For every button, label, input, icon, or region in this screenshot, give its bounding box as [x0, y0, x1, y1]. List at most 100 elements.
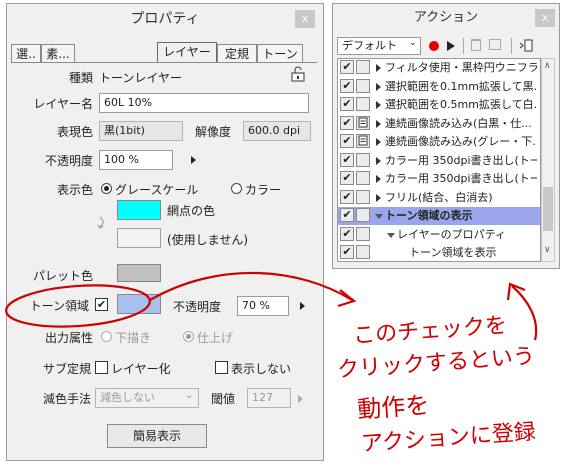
action-row[interactable]: ✔ トーン領域を表示 — [338, 244, 540, 261]
action-row-label: フリル(結合、白消去) — [385, 190, 493, 204]
reduction-label: 減色手法 — [42, 392, 91, 406]
lock-icon[interactable] — [289, 66, 307, 82]
tab-baseline — [11, 62, 317, 63]
dialog-toggle-cell[interactable] — [356, 97, 370, 111]
tab-material[interactable]: 素... — [41, 44, 75, 63]
palette-color-swatch[interactable] — [117, 264, 161, 282]
action-close-button[interactable]: x — [535, 9, 555, 27]
hide-label[interactable]: 表示しない — [231, 360, 291, 377]
scroll-down-icon[interactable]: ∨ — [544, 245, 551, 255]
expand-right-icon[interactable] — [376, 101, 381, 109]
dialog-toggle-icon[interactable] — [356, 134, 370, 148]
action-row[interactable]: ✔ レイヤーのプロパティ — [338, 226, 540, 244]
threshold-input[interactable]: 127 — [247, 388, 291, 408]
action-row[interactable]: ✔ カラー用 350dpi書き出し(トー... — [338, 170, 540, 188]
reduction-select[interactable]: 減色しない — [95, 388, 199, 408]
tone-area-color-swatch[interactable] — [117, 294, 161, 314]
expand-down-icon[interactable] — [387, 232, 395, 238]
delete-icon[interactable] — [471, 39, 481, 51]
action-row[interactable]: ✔ フリル(結合、白消去) — [338, 189, 540, 207]
play-icon[interactable] — [447, 41, 455, 51]
action-row[interactable]: ✔ フィルタ使用・黒枠円ウニフラ — [338, 59, 540, 77]
dialog-toggle-cell[interactable] — [356, 60, 370, 74]
expand-right-icon[interactable] — [376, 82, 381, 91]
action-enable-checkbox[interactable]: ✔ — [340, 226, 354, 241]
action-enable-checkbox[interactable]: ✔ — [340, 189, 354, 204]
dialog-toggle-cell[interactable] — [356, 226, 370, 241]
action-row[interactable]: ✔ カラー用 350dpi書き出し(トー... — [338, 152, 540, 170]
record-icon[interactable] — [429, 41, 439, 51]
grayscale-label[interactable]: グレースケール — [115, 181, 198, 198]
grayscale-radio[interactable] — [101, 183, 112, 194]
action-enable-checkbox[interactable]: ✔ — [340, 78, 354, 93]
action-row[interactable]: ✔ 選択範囲を0.5mm拡張して白... — [338, 96, 540, 114]
tab-ruler[interactable]: 定規 — [217, 44, 257, 63]
property-titlebar[interactable]: プロパティ — [7, 4, 323, 34]
action-row[interactable]: ✔ 選択範囲を0.1mm拡張して黒... — [338, 78, 540, 96]
tone-area-label: トーン領域 — [29, 299, 89, 313]
hide-checkbox[interactable] — [215, 361, 228, 374]
unused-color-swatch[interactable] — [117, 228, 161, 248]
action-enable-checkbox[interactable]: ✔ — [340, 208, 354, 222]
panel-menu-icon[interactable] — [519, 39, 533, 52]
dialog-toggle-cell[interactable] — [356, 152, 370, 167]
expand-down-icon[interactable] — [375, 214, 383, 219]
tab-tone[interactable]: トーン — [257, 44, 303, 63]
action-enable-checkbox[interactable]: ✔ — [340, 134, 354, 148]
action-scrollbar[interactable]: ∧ ∨ — [541, 58, 555, 262]
action-enable-checkbox[interactable]: ✔ — [340, 115, 354, 130]
expand-right-icon[interactable] — [376, 193, 381, 202]
expand-right-icon[interactable] — [376, 119, 381, 128]
opacity-arrow-icon[interactable] — [191, 156, 196, 164]
color-label[interactable]: カラー — [245, 181, 281, 198]
tone-area-checkbox[interactable]: ✔ — [95, 298, 108, 311]
scroll-thumb[interactable] — [543, 187, 553, 231]
simple-display-button[interactable]: 簡易表示 — [107, 424, 207, 448]
set-dropdown-icon[interactable]: ⌄ — [409, 38, 417, 48]
expand-right-icon[interactable] — [376, 64, 381, 72]
finish-radio[interactable] — [183, 331, 194, 342]
tab-layer[interactable]: レイヤー — [157, 42, 217, 63]
dialog-toggle-cell[interactable] — [356, 171, 370, 185]
action-enable-checkbox[interactable]: ✔ — [340, 60, 354, 74]
layer-name-input[interactable]: 60L 10% — [99, 93, 309, 113]
dialog-toggle-cell[interactable] — [356, 189, 370, 204]
opacity-input[interactable]: 100 % — [99, 150, 173, 170]
action-row-label: トーン領域の表示 — [385, 209, 473, 222]
reduction-dropdown-icon[interactable]: ⌄ — [185, 390, 193, 401]
action-enable-checkbox[interactable]: ✔ — [340, 152, 354, 167]
dialog-toggle-cell[interactable] — [356, 78, 370, 93]
threshold-label: 閾値 — [211, 392, 236, 406]
action-enable-checkbox[interactable]: ✔ — [340, 97, 354, 111]
dialog-toggle-cell[interactable] — [356, 208, 370, 222]
dot-color-label: 網点の色 — [167, 204, 216, 218]
action-enable-checkbox[interactable]: ✔ — [340, 171, 354, 185]
action-row[interactable]: ✔ 連続画像読み込み(白黒・仕... — [338, 115, 540, 133]
swap-colors-icon[interactable] — [97, 214, 109, 236]
duplicate-icon[interactable] — [489, 39, 501, 50]
property-close-button[interactable]: x — [295, 10, 315, 28]
action-titlebar[interactable]: アクション — [333, 4, 559, 32]
draft-radio[interactable] — [101, 331, 112, 342]
expand-right-icon[interactable] — [376, 175, 381, 183]
expand-right-icon[interactable] — [376, 138, 381, 146]
resolution-value: 600.0 dpi — [243, 121, 311, 141]
color-radio[interactable] — [231, 183, 242, 194]
tone-opacity-arrow-icon[interactable] — [300, 302, 305, 310]
finish-label[interactable]: 仕上げ — [197, 329, 233, 346]
tone-opacity-input[interactable]: 70 % — [237, 296, 289, 316]
threshold-arrow-icon[interactable] — [298, 395, 303, 403]
scroll-up-icon[interactable]: ∧ — [544, 61, 551, 71]
draft-label[interactable]: 下描き — [115, 329, 151, 346]
dot-color-swatch[interactable] — [117, 200, 161, 220]
expand-right-icon[interactable] — [376, 156, 381, 165]
layerize-checkbox[interactable] — [95, 361, 108, 374]
dialog-toggle-cell[interactable] — [356, 245, 370, 259]
dialog-toggle-icon[interactable] — [356, 115, 370, 130]
action-row[interactable]: ✔ 連続画像読み込み(グレー・下... — [338, 133, 540, 151]
action-enable-checkbox[interactable]: ✔ — [340, 245, 354, 259]
layerize-label[interactable]: レイヤー化 — [111, 360, 171, 377]
tab-selection[interactable]: 選.. — [11, 44, 41, 63]
action-row[interactable]: ✔ トーン領域の表示 — [338, 207, 540, 225]
action-panel: アクション x デフォルト ⌄ ✔ フィルタ使用・黒枠円ウニフラ ✔ 選択範囲を0.1… — [332, 3, 560, 269]
